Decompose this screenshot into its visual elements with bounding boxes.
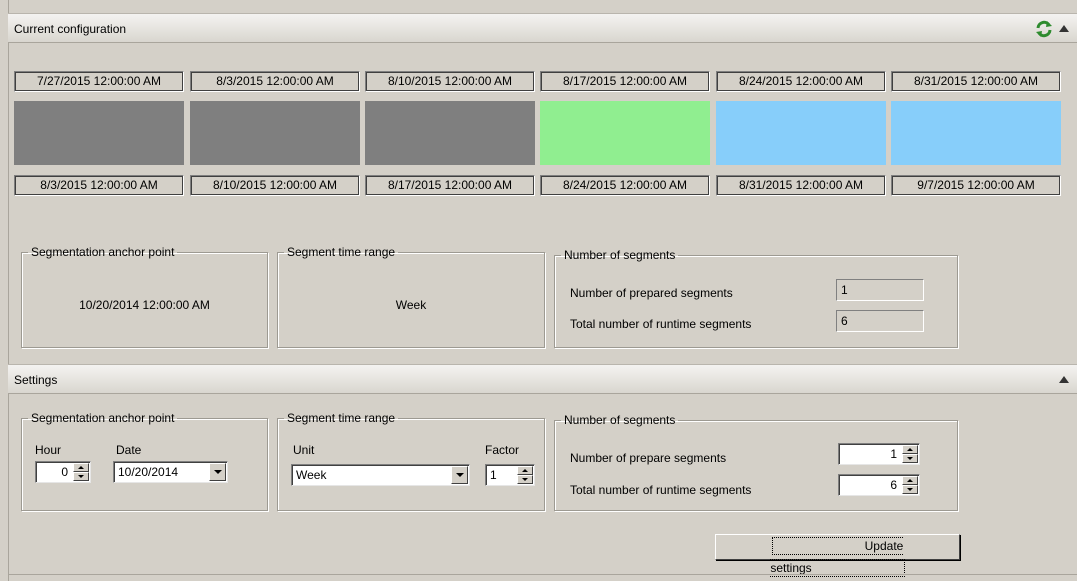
runtime-segments-stepper[interactable]: 6 xyxy=(838,474,920,496)
segment-start-date: 7/27/2015 12:00:00 AM xyxy=(14,71,184,92)
spin-down-icon[interactable] xyxy=(902,485,918,494)
current-anchor-value: 10/20/2014 12:00:00 AM xyxy=(79,298,210,312)
segment-block xyxy=(365,101,535,165)
segment-start-date: 8/24/2015 12:00:00 AM xyxy=(716,71,886,92)
factor-stepper[interactable]: 1 xyxy=(485,464,535,486)
segment-end-date: 8/10/2015 12:00:00 AM xyxy=(190,175,360,196)
segment-block xyxy=(891,101,1061,165)
date-label: Date xyxy=(116,443,142,457)
prepared-segments-value: 1 xyxy=(836,279,924,301)
runtime-segments-value: 6 xyxy=(836,310,924,332)
runtime-segments-settings-label: Total number of runtime segments xyxy=(570,483,752,497)
settings-range-group: Segment time range xyxy=(277,411,545,511)
settings-title: Settings xyxy=(14,373,58,387)
prepared-segments-label: Number of prepared segments xyxy=(570,286,733,300)
settings-header[interactable]: Settings xyxy=(8,364,1077,394)
segment-start-date: 8/3/2015 12:00:00 AM xyxy=(190,71,360,92)
segment-block xyxy=(190,101,360,165)
unit-label: Unit xyxy=(293,443,315,457)
spin-up-icon[interactable] xyxy=(902,476,918,485)
factor-label: Factor xyxy=(485,443,520,457)
segment-start-date: 8/31/2015 12:00:00 AM xyxy=(891,71,1061,92)
current-anchor-group: Segmentation anchor point xyxy=(21,245,268,348)
collapse-up-icon[interactable] xyxy=(1059,25,1069,32)
update-settings-label: Update settings xyxy=(770,537,905,577)
current-segments-legend: Number of segments xyxy=(564,248,676,262)
hour-label: Hour xyxy=(35,443,62,457)
settings-anchor-legend: Segmentation anchor point xyxy=(31,411,175,425)
current-config-header[interactable]: Current configuration xyxy=(8,13,1077,43)
window-left-border xyxy=(8,0,9,581)
spin-down-icon[interactable] xyxy=(73,472,89,481)
settings-range-legend: Segment time range xyxy=(287,411,396,425)
runtime-spin-buttons[interactable] xyxy=(902,476,918,494)
segment-end-date: 8/17/2015 12:00:00 AM xyxy=(365,175,535,196)
factor-spin-buttons[interactable] xyxy=(517,466,533,484)
refresh-icon[interactable] xyxy=(1035,20,1053,38)
spin-down-icon[interactable] xyxy=(902,454,918,463)
segment-block xyxy=(716,101,886,165)
segment-start-date: 8/10/2015 12:00:00 AM xyxy=(365,71,535,92)
current-anchor-legend: Segmentation anchor point xyxy=(31,245,175,259)
spin-down-icon[interactable] xyxy=(517,475,533,484)
hour-value: 0 xyxy=(61,465,68,479)
hour-stepper[interactable]: 0 xyxy=(35,461,91,483)
spin-up-icon[interactable] xyxy=(902,445,918,454)
current-range-legend: Segment time range xyxy=(287,245,396,259)
runtime-segments-settings-value: 6 xyxy=(890,478,897,492)
bottom-divider xyxy=(8,574,1077,575)
spin-up-icon[interactable] xyxy=(73,463,89,472)
prepare-segments-value: 1 xyxy=(890,447,897,461)
unit-select[interactable]: Week xyxy=(291,464,470,486)
segment-block xyxy=(14,101,184,165)
segment-start-date: 8/17/2015 12:00:00 AM xyxy=(540,71,710,92)
prepare-segments-label: Number of prepare segments xyxy=(570,451,727,465)
settings-segments-legend: Number of segments xyxy=(564,413,676,427)
spin-up-icon[interactable] xyxy=(517,466,533,475)
chevron-down-icon[interactable] xyxy=(209,463,226,481)
date-picker[interactable]: 10/20/2014 xyxy=(113,461,228,483)
current-range-value: Week xyxy=(395,298,427,312)
segment-end-date: 8/3/2015 12:00:00 AM xyxy=(14,175,184,196)
current-config-title: Current configuration xyxy=(14,22,127,36)
hour-spin-buttons[interactable] xyxy=(73,463,89,481)
runtime-segments-label: Total number of runtime segments xyxy=(570,317,752,331)
segment-block xyxy=(540,101,710,165)
unit-value: Week xyxy=(296,468,327,482)
prepare-segments-stepper[interactable]: 1 xyxy=(838,443,920,465)
segment-end-date: 9/7/2015 12:00:00 AM xyxy=(891,175,1061,196)
date-value: 10/20/2014 xyxy=(118,465,179,479)
prepare-spin-buttons[interactable] xyxy=(902,445,918,463)
factor-value: 1 xyxy=(490,468,497,482)
chevron-down-icon[interactable] xyxy=(451,466,468,484)
update-settings-button[interactable]: Update settings xyxy=(715,534,960,577)
current-range-group: Segment time range xyxy=(277,245,545,348)
segment-end-date: 8/31/2015 12:00:00 AM xyxy=(716,175,886,196)
segment-end-date: 8/24/2015 12:00:00 AM xyxy=(540,175,710,196)
collapse-up-icon[interactable] xyxy=(1059,376,1069,383)
